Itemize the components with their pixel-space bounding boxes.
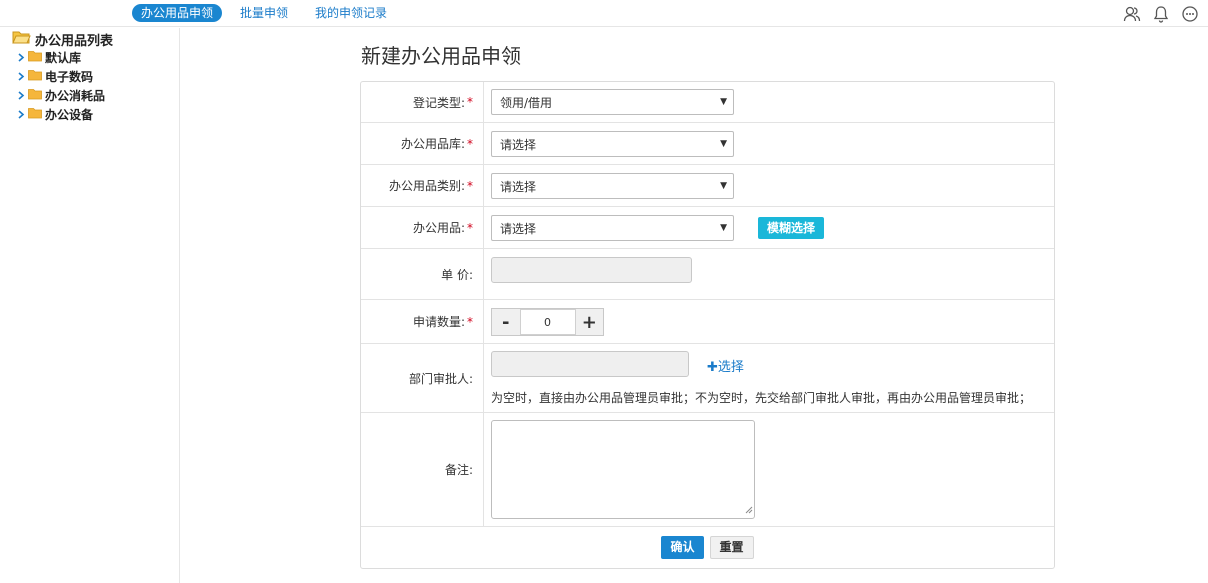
remark-label: 备注:: [361, 413, 484, 526]
quantity-stepper: - 0 +: [491, 308, 604, 336]
tab-my-apply-records[interactable]: 我的申领记录: [306, 4, 396, 22]
reg-type-select[interactable]: 领用/借用 ▼: [491, 89, 734, 115]
select-approver-link[interactable]: ✚选择: [707, 356, 744, 375]
approver-label: 部门审批人:: [361, 344, 484, 412]
quantity-minus-button[interactable]: -: [492, 309, 520, 335]
sidebar-tree: 办公用品列表 默认库 电子数码 办公消耗品 办公设备: [0, 28, 180, 583]
category-select[interactable]: 请选择 ▼: [491, 173, 734, 199]
remark-textarea[interactable]: [491, 420, 755, 519]
row-approver: 部门审批人: ✚选择 为空时，直接由办公用品管理员审批；不为空时，先交给部门审批…: [361, 344, 1054, 413]
reg-type-label: 登记类型: *: [361, 82, 484, 122]
item-label: 办公用品: *: [361, 207, 484, 248]
row-warehouse: 办公用品库: * 请选择 ▼: [361, 123, 1054, 165]
folder-open-icon: [12, 30, 31, 49]
confirm-button[interactable]: 确认: [661, 536, 704, 559]
folder-icon: [28, 107, 42, 122]
quantity-label: 申请数量: *: [361, 300, 484, 343]
required-mark: *: [467, 178, 473, 193]
form-actions: 确认 重置: [361, 527, 1054, 568]
required-mark: *: [467, 136, 473, 151]
tree-item-label: 电子数码: [45, 70, 94, 84]
required-mark: *: [467, 95, 473, 109]
folder-icon: [28, 69, 42, 84]
tree-item-office-consumables[interactable]: 办公消耗品: [17, 87, 105, 104]
tree-root-office-supply-list[interactable]: 办公用品列表: [12, 30, 113, 49]
page-title: 新建办公用品申领: [361, 44, 521, 68]
tree-item-label: 默认库: [45, 51, 82, 65]
expand-arrow-icon[interactable]: [17, 72, 26, 82]
tab-bar: 办公用品申领 批量申领 我的申领记录: [132, 4, 405, 22]
tree-item-office-equipment[interactable]: 办公设备: [17, 106, 93, 123]
row-item: 办公用品: * 请选择 ▼ 模糊选择: [361, 207, 1054, 249]
caret-down-icon: ▼: [720, 181, 727, 191]
approver-input[interactable]: [491, 351, 689, 377]
tree-item-label: 办公设备: [45, 108, 94, 122]
quantity-input[interactable]: 0: [519, 309, 576, 335]
caret-down-icon: ▼: [720, 139, 727, 149]
required-mark: *: [467, 314, 473, 329]
row-category: 办公用品类别: * 请选择 ▼: [361, 165, 1054, 207]
row-quantity: 申请数量: * - 0 +: [361, 300, 1054, 344]
tree-item-electronics[interactable]: 电子数码: [17, 68, 93, 85]
fuzzy-select-button[interactable]: 模糊选择: [758, 217, 825, 239]
quantity-plus-button[interactable]: +: [576, 309, 604, 335]
expand-arrow-icon[interactable]: [17, 110, 26, 120]
chat-icon[interactable]: [1180, 4, 1200, 24]
top-icons: [1113, 4, 1200, 24]
tab-office-supply-apply[interactable]: 办公用品申领: [132, 4, 223, 22]
warehouse-select[interactable]: 请选择 ▼: [491, 131, 734, 157]
caret-down-icon: ▼: [720, 97, 727, 107]
apply-form: 登记类型: * 领用/借用 ▼ 办公用品库: * 请选择 ▼ 办公用品类别: * 请选…: [360, 81, 1055, 569]
row-actions: 确认 重置: [361, 527, 1054, 568]
top-bar: 办公用品申领 批量申领 我的申领记录: [0, 0, 1208, 27]
contacts-icon[interactable]: [1122, 4, 1142, 24]
tree-root-label: 办公用品列表: [35, 34, 114, 49]
caret-down-icon: ▼: [720, 223, 727, 233]
folder-icon: [28, 88, 42, 103]
row-remark: 备注:: [361, 413, 1054, 527]
bell-icon[interactable]: [1151, 4, 1171, 24]
expand-arrow-icon[interactable]: [17, 53, 26, 63]
required-mark: *: [467, 220, 473, 235]
category-label: 办公用品类别: *: [361, 165, 484, 206]
folder-icon: [28, 50, 42, 65]
row-reg-type: 登记类型: * 领用/借用 ▼: [361, 82, 1054, 123]
tree-item-default-warehouse[interactable]: 默认库: [17, 49, 81, 66]
expand-arrow-icon[interactable]: [17, 91, 26, 101]
tree-item-label: 办公消耗品: [45, 89, 106, 103]
item-select[interactable]: 请选择 ▼: [491, 215, 734, 241]
reset-button[interactable]: 重置: [709, 536, 754, 559]
price-label: 单 价:: [361, 249, 484, 299]
price-input: [491, 257, 692, 283]
approver-hint: 为空时，直接由办公用品管理员审批；不为空时，先交给部门审批人审批，再由办公用品管…: [491, 391, 1032, 405]
row-price: 单 价:: [361, 249, 1054, 300]
warehouse-label: 办公用品库: *: [361, 123, 484, 164]
tab-batch-apply[interactable]: 批量申领: [231, 4, 297, 22]
resize-grip-icon[interactable]: [744, 503, 753, 517]
